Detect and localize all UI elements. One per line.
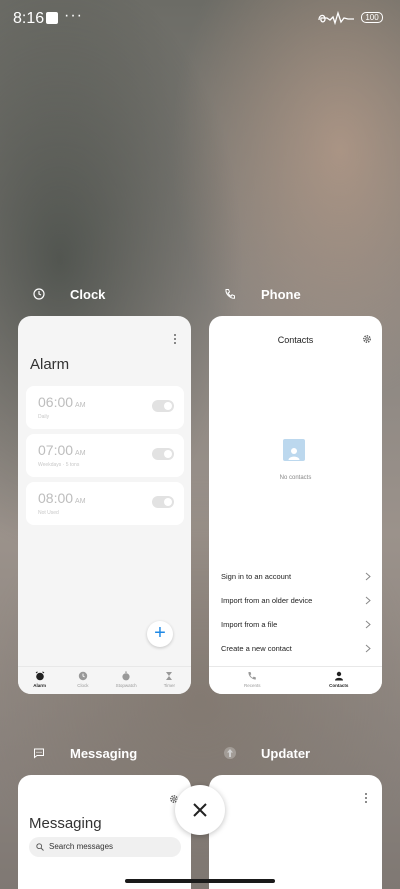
empty-state-text: No contacts	[279, 475, 312, 481]
gear-icon	[363, 335, 371, 343]
alarm-time: 06:00 AM	[38, 394, 86, 410]
phone-icon	[248, 671, 257, 680]
alarm-item: 06:00 AM Daily	[26, 386, 184, 429]
alarm-time: 08:00 AM	[38, 490, 86, 506]
contacts-title: Contacts	[277, 335, 314, 345]
hourglass-icon	[166, 671, 173, 680]
upload-icon	[219, 742, 241, 764]
app-name-clock: Clock	[70, 286, 106, 302]
app-label-messaging[interactable]: Messaging	[28, 742, 137, 764]
nav-contacts: Contacts	[296, 667, 383, 694]
status-time: 8:16	[13, 10, 45, 27]
app-name-phone: Phone	[261, 286, 301, 302]
alarm-repeat: Not Used	[38, 510, 59, 516]
alarm-toggle	[152, 400, 174, 412]
app-label-clock[interactable]: Clock	[28, 283, 105, 305]
alarm-toggle	[152, 448, 174, 460]
close-all-button[interactable]	[175, 785, 225, 835]
alarm-repeat: Weekdays · 5 tons	[38, 462, 80, 468]
app-name-updater: Updater	[261, 745, 311, 761]
option-import-file: Import from a file	[221, 620, 371, 634]
home-indicator[interactable]	[125, 879, 275, 883]
battery-icon: 100	[361, 12, 383, 23]
add-alarm-button: +	[147, 621, 173, 647]
clock-icon	[28, 283, 50, 305]
chevron-right-icon	[365, 596, 371, 605]
nav-timer: Timer	[148, 667, 191, 694]
recent-card-messaging[interactable]: Messaging Search messages	[18, 775, 191, 889]
chat-icon	[28, 742, 50, 764]
phone-icon	[219, 283, 241, 305]
app-name-messaging: Messaging	[70, 745, 138, 761]
nav-stopwatch: Stopwatch	[105, 667, 148, 694]
app-label-phone[interactable]: Phone	[219, 283, 301, 305]
contact-placeholder-icon	[283, 439, 305, 461]
messaging-title: Messaging	[29, 815, 102, 832]
signal-wave-icon	[318, 11, 354, 25]
recent-card-updater[interactable]	[209, 775, 382, 889]
person-icon	[334, 671, 343, 680]
notification-icon	[46, 12, 58, 24]
search-icon	[36, 843, 44, 851]
nav-clock: Clock	[61, 667, 104, 694]
option-import-device: Import from an older device	[221, 596, 371, 610]
status-bar: 8:16 ··· 100	[0, 0, 400, 36]
alarm-item: 07:00 AM Weekdays · 5 tons	[26, 434, 184, 477]
more-options-icon	[365, 793, 368, 805]
phone-bottom-nav: Recents Contacts	[209, 666, 382, 694]
clock-bottom-nav: Alarm Clock Stopwatch Timer	[18, 666, 191, 694]
recent-card-phone[interactable]: Contacts No contacts Sign in to an accou…	[209, 316, 382, 694]
nav-recents: Recents	[209, 667, 296, 694]
more-notifications-icon: ···	[64, 7, 83, 24]
chevron-right-icon	[365, 572, 371, 581]
more-options-icon	[174, 334, 177, 346]
alarm-repeat: Daily	[38, 414, 50, 420]
chevron-right-icon	[365, 620, 371, 629]
alarm-toggle	[152, 496, 174, 508]
close-icon	[193, 803, 207, 817]
clock-icon	[78, 671, 88, 680]
option-create-contact: Create a new contact	[221, 644, 371, 658]
recent-card-clock[interactable]: Alarm 06:00 AM Daily 07:00 AM Weekdays · 5…	[18, 316, 191, 694]
stopwatch-icon	[122, 671, 130, 680]
app-label-updater[interactable]: Updater	[219, 742, 310, 764]
alarm-icon	[35, 670, 44, 680]
alarm-time: 07:00 AM	[38, 442, 86, 458]
search-messages-field: Search messages	[29, 837, 181, 857]
chevron-right-icon	[365, 644, 371, 653]
option-sign-in: Sign in to an account	[221, 572, 371, 586]
alarm-item: 08:00 AM Not Used	[26, 482, 184, 525]
nav-alarm: Alarm	[18, 667, 61, 694]
alarm-title: Alarm	[30, 356, 70, 373]
